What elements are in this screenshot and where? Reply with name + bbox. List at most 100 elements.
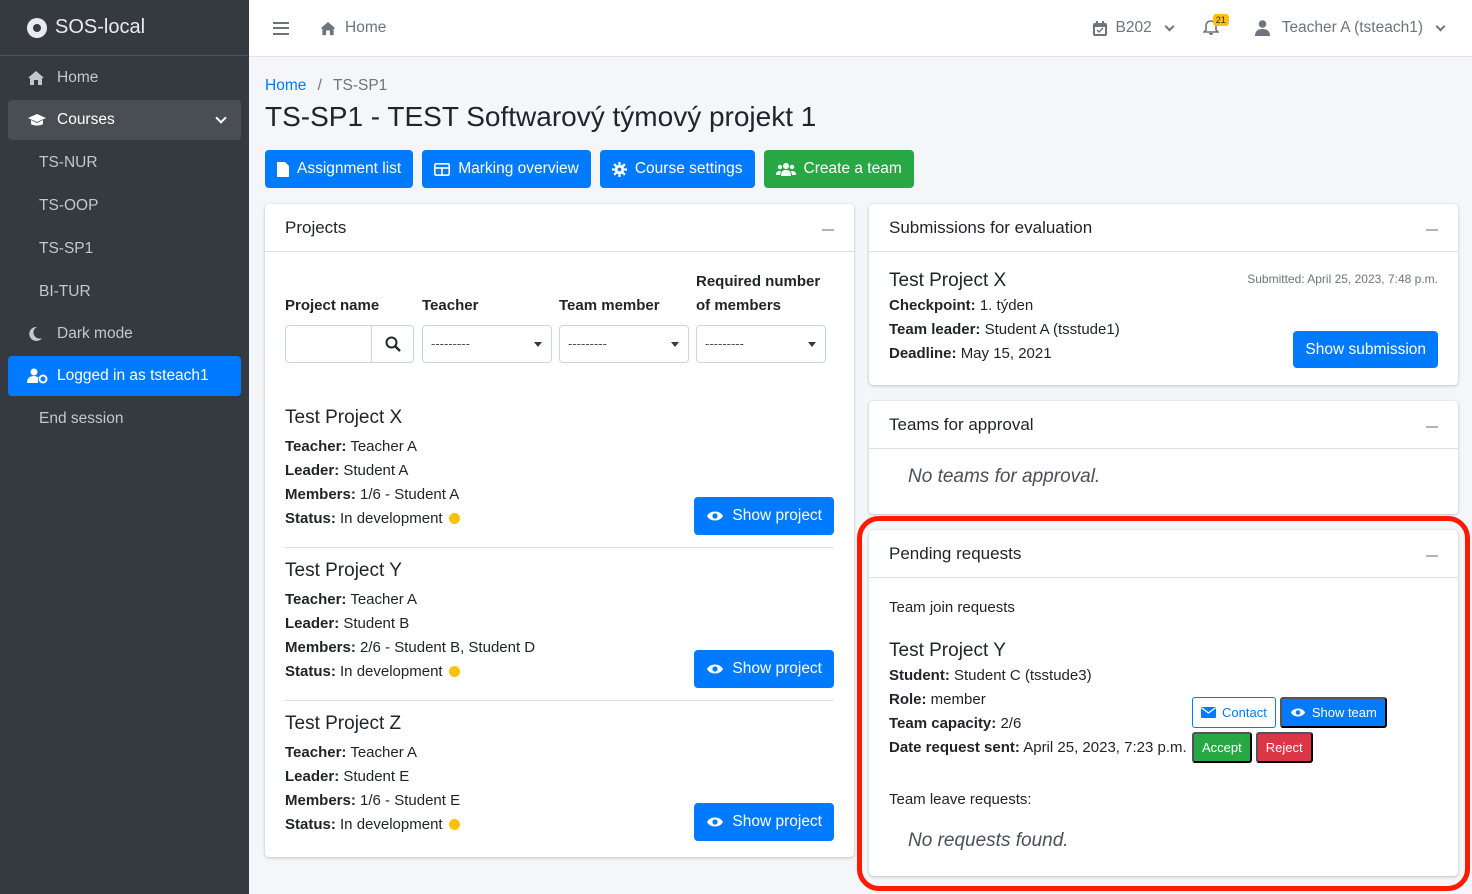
eye-icon <box>706 816 724 828</box>
projects-card: Projects Project name Teacher Team membe… <box>265 204 854 857</box>
sidebar-item-bi-tur[interactable]: BI-TUR <box>8 271 241 312</box>
notifications-badge: 21 <box>1212 14 1229 26</box>
topbar-home-link[interactable]: Home <box>319 19 386 37</box>
moon-icon <box>27 326 49 342</box>
label: Teacher: <box>285 438 347 455</box>
highlight-outline <box>857 516 1470 891</box>
project-name-input[interactable] <box>286 326 371 362</box>
label: Leader: <box>285 462 340 479</box>
chevron-down-icon <box>1164 21 1175 31</box>
button-label: Show project <box>732 660 822 677</box>
value: 1/6 - Student E <box>360 792 461 809</box>
status-dot-icon <box>448 819 460 830</box>
create-team-button[interactable]: Create a team <box>763 150 914 188</box>
sidebar-nav: Home Courses TS-NUR TS-OOP TS-SP1 BI-TUR… <box>0 58 249 439</box>
project-item: Test Project Y Teacher: Teacher A Leader… <box>285 560 834 690</box>
submission-checkpoint: Checkpoint: 1. týden <box>889 294 1120 318</box>
sidebar-item-dark-mode[interactable]: Dark mode <box>8 314 241 354</box>
select-value: --------- <box>431 336 470 351</box>
search-icon <box>385 336 401 352</box>
caret-down-icon <box>808 342 816 347</box>
topbar-home-label: Home <box>345 19 387 36</box>
notifications-button[interactable]: 21 <box>1202 14 1229 36</box>
breadcrumb-separator: / <box>317 77 322 94</box>
status-dot-icon <box>448 513 460 524</box>
assignment-list-button[interactable]: Assignment list <box>265 150 414 188</box>
eye-icon <box>706 510 724 522</box>
home-icon <box>319 21 337 36</box>
graduation-cap-icon <box>27 113 49 127</box>
show-project-button[interactable]: Show project <box>694 497 834 535</box>
team-member-select[interactable]: --------- <box>559 325 689 363</box>
collapse-icon[interactable] <box>1426 229 1438 231</box>
required-members-select[interactable]: --------- <box>696 325 826 363</box>
collapse-icon[interactable] <box>1426 426 1438 428</box>
breadcrumb: Home / TS-SP1 <box>265 77 387 95</box>
button-label: Marking overview <box>458 160 579 177</box>
caret-down-icon <box>534 342 542 347</box>
label: Status: <box>285 510 336 527</box>
project-name: Test Project X <box>285 407 403 428</box>
marking-overview-button[interactable]: Marking overview <box>422 150 591 188</box>
button-label: Show submission <box>1305 340 1426 358</box>
project-teacher: Teacher: Teacher A <box>285 588 834 612</box>
user-cog-icon <box>27 368 49 384</box>
sidebar-item-courses[interactable]: Courses <box>8 100 241 140</box>
action-buttons: Assignment list Marking overview Course … <box>265 150 914 188</box>
label: Members: <box>285 486 356 503</box>
value: In development <box>340 663 443 680</box>
topbar: Home B202 21 Teacher A (tsteach1) <box>249 0 1472 57</box>
caret-down-icon <box>671 342 679 347</box>
approval-card: Teams for approval No teams for approval… <box>869 401 1458 514</box>
sidebar-item-label: TS-OOP <box>39 196 99 214</box>
show-submission-button[interactable]: Show submission <box>1293 331 1438 368</box>
value: 2/6 - Student B, Student D <box>360 639 536 656</box>
select-value: --------- <box>568 336 607 351</box>
sidebar-item-end-session[interactable]: End session <box>8 398 241 439</box>
label: Checkpoint: <box>889 297 976 314</box>
show-project-button[interactable]: Show project <box>694 650 834 688</box>
projects-card-header: Projects <box>265 204 854 252</box>
sidebar-item-logged-in[interactable]: Logged in as tsteach1 <box>8 356 241 396</box>
approval-card-header: Teams for approval <box>869 401 1458 449</box>
sidebar-item-ts-sp1[interactable]: TS-SP1 <box>8 228 241 269</box>
submissions-title: Submissions for evaluation <box>889 217 1093 237</box>
project-leader: Leader: Student E <box>285 765 834 789</box>
menu-toggle-icon[interactable] <box>273 21 289 35</box>
filter-labels: Project name Teacher Team member Require… <box>285 270 845 320</box>
sidebar-item-ts-oop[interactable]: TS-OOP <box>8 185 241 226</box>
sidebar-item-label: Logged in as tsteach1 <box>57 367 209 384</box>
course-settings-button[interactable]: Course settings <box>599 150 755 188</box>
submission-project-name: Test Project X <box>889 270 1007 291</box>
select-value: --------- <box>705 336 744 351</box>
submission-leader: Team leader: Student A (tsstude1) <box>889 318 1120 342</box>
value: Student A (tsstude1) <box>984 321 1120 338</box>
user-dropdown[interactable]: Teacher A (tsteach1) <box>1254 19 1446 37</box>
breadcrumb-current: TS-SP1 <box>333 77 388 94</box>
breadcrumb-home[interactable]: Home <box>265 77 306 94</box>
project-item: Test Project Z Teacher: Teacher A Leader… <box>285 713 834 843</box>
sidebar-item-ts-nur[interactable]: TS-NUR <box>8 142 241 183</box>
teacher-select[interactable]: --------- <box>422 325 552 363</box>
filter-label-project-name: Project name <box>285 297 380 314</box>
file-icon <box>277 161 289 177</box>
show-project-button[interactable]: Show project <box>694 803 834 841</box>
project-name: Test Project Z <box>285 713 402 734</box>
chevron-down-icon <box>1435 21 1446 31</box>
value: Student A <box>343 462 409 479</box>
collapse-icon[interactable] <box>822 229 834 231</box>
value: 1. týden <box>979 297 1034 314</box>
label: Deadline: <box>889 345 957 362</box>
project-leader: Leader: Student A <box>285 459 834 483</box>
brand[interactable]: SOS-local <box>0 0 249 56</box>
filter-label-team-member: Team member <box>559 297 660 314</box>
divider <box>285 700 834 701</box>
sidebar-item-home[interactable]: Home <box>8 58 241 98</box>
value: 1/6 - Student A <box>360 486 460 503</box>
value: May 15, 2021 <box>960 345 1052 362</box>
room-dropdown[interactable]: B202 <box>1093 19 1175 37</box>
button-label: Show project <box>732 813 822 830</box>
search-button[interactable] <box>371 326 413 362</box>
status-dot-icon <box>448 666 460 677</box>
label: Members: <box>285 792 356 809</box>
